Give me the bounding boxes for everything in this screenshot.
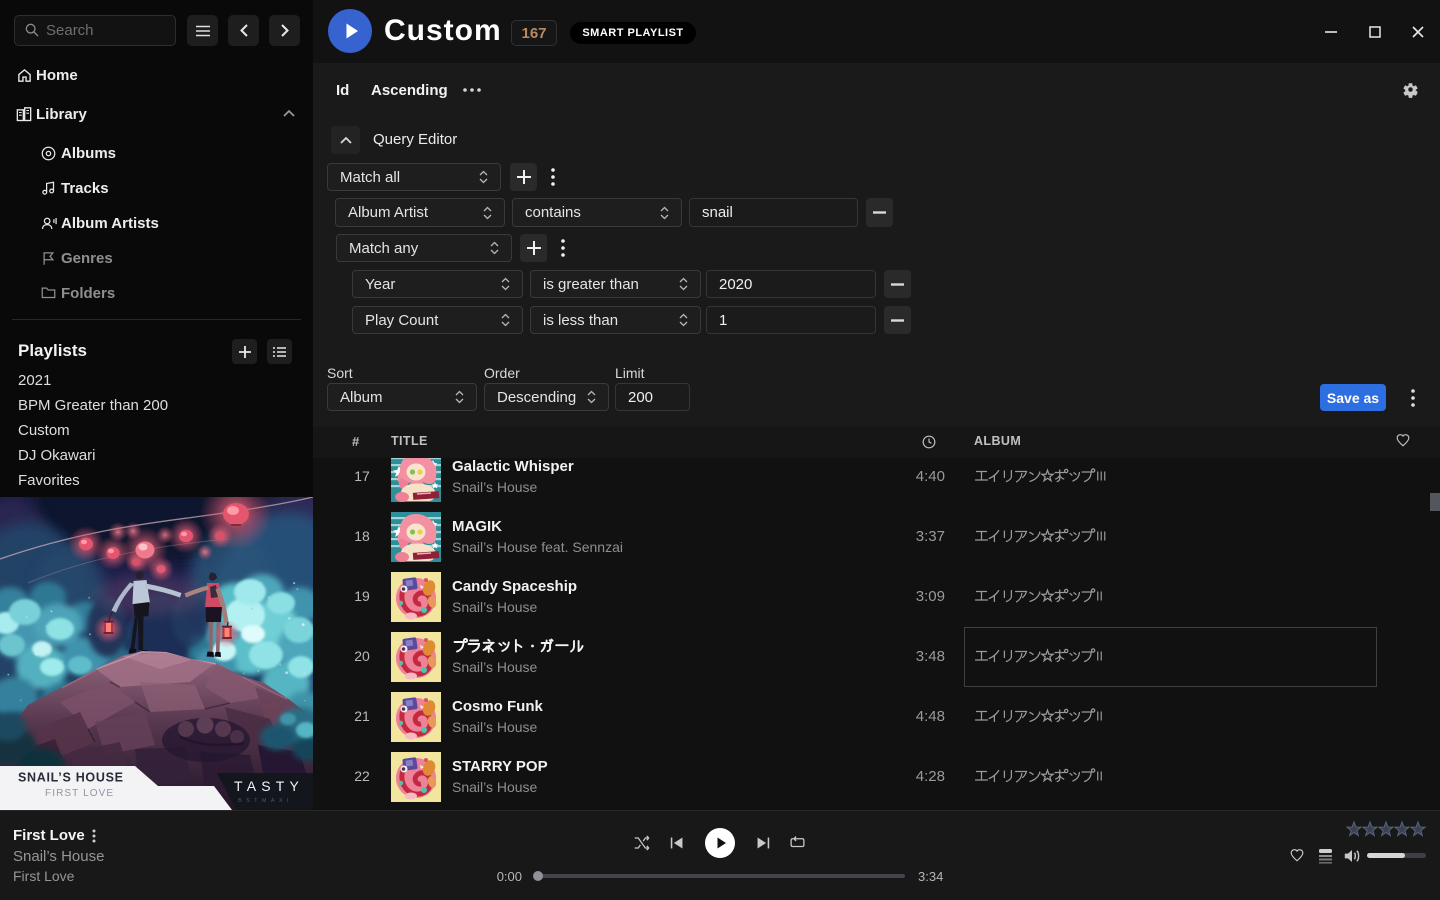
svg-text:III: III	[1096, 530, 1106, 544]
svg-text:II: II	[1096, 770, 1103, 784]
svg-text:III: III	[1096, 470, 1106, 484]
svg-text:SNAIL’S HOUSE: SNAIL’S HOUSE	[18, 771, 124, 785]
svg-text:TASTY: TASTY	[234, 778, 304, 794]
svg-text:FIRST LOVE: FIRST LOVE	[45, 788, 114, 799]
svg-text:BSTMAXI: BSTMAXI	[238, 798, 293, 804]
svg-text:II: II	[1096, 590, 1103, 604]
svg-text:II: II	[1096, 710, 1103, 724]
